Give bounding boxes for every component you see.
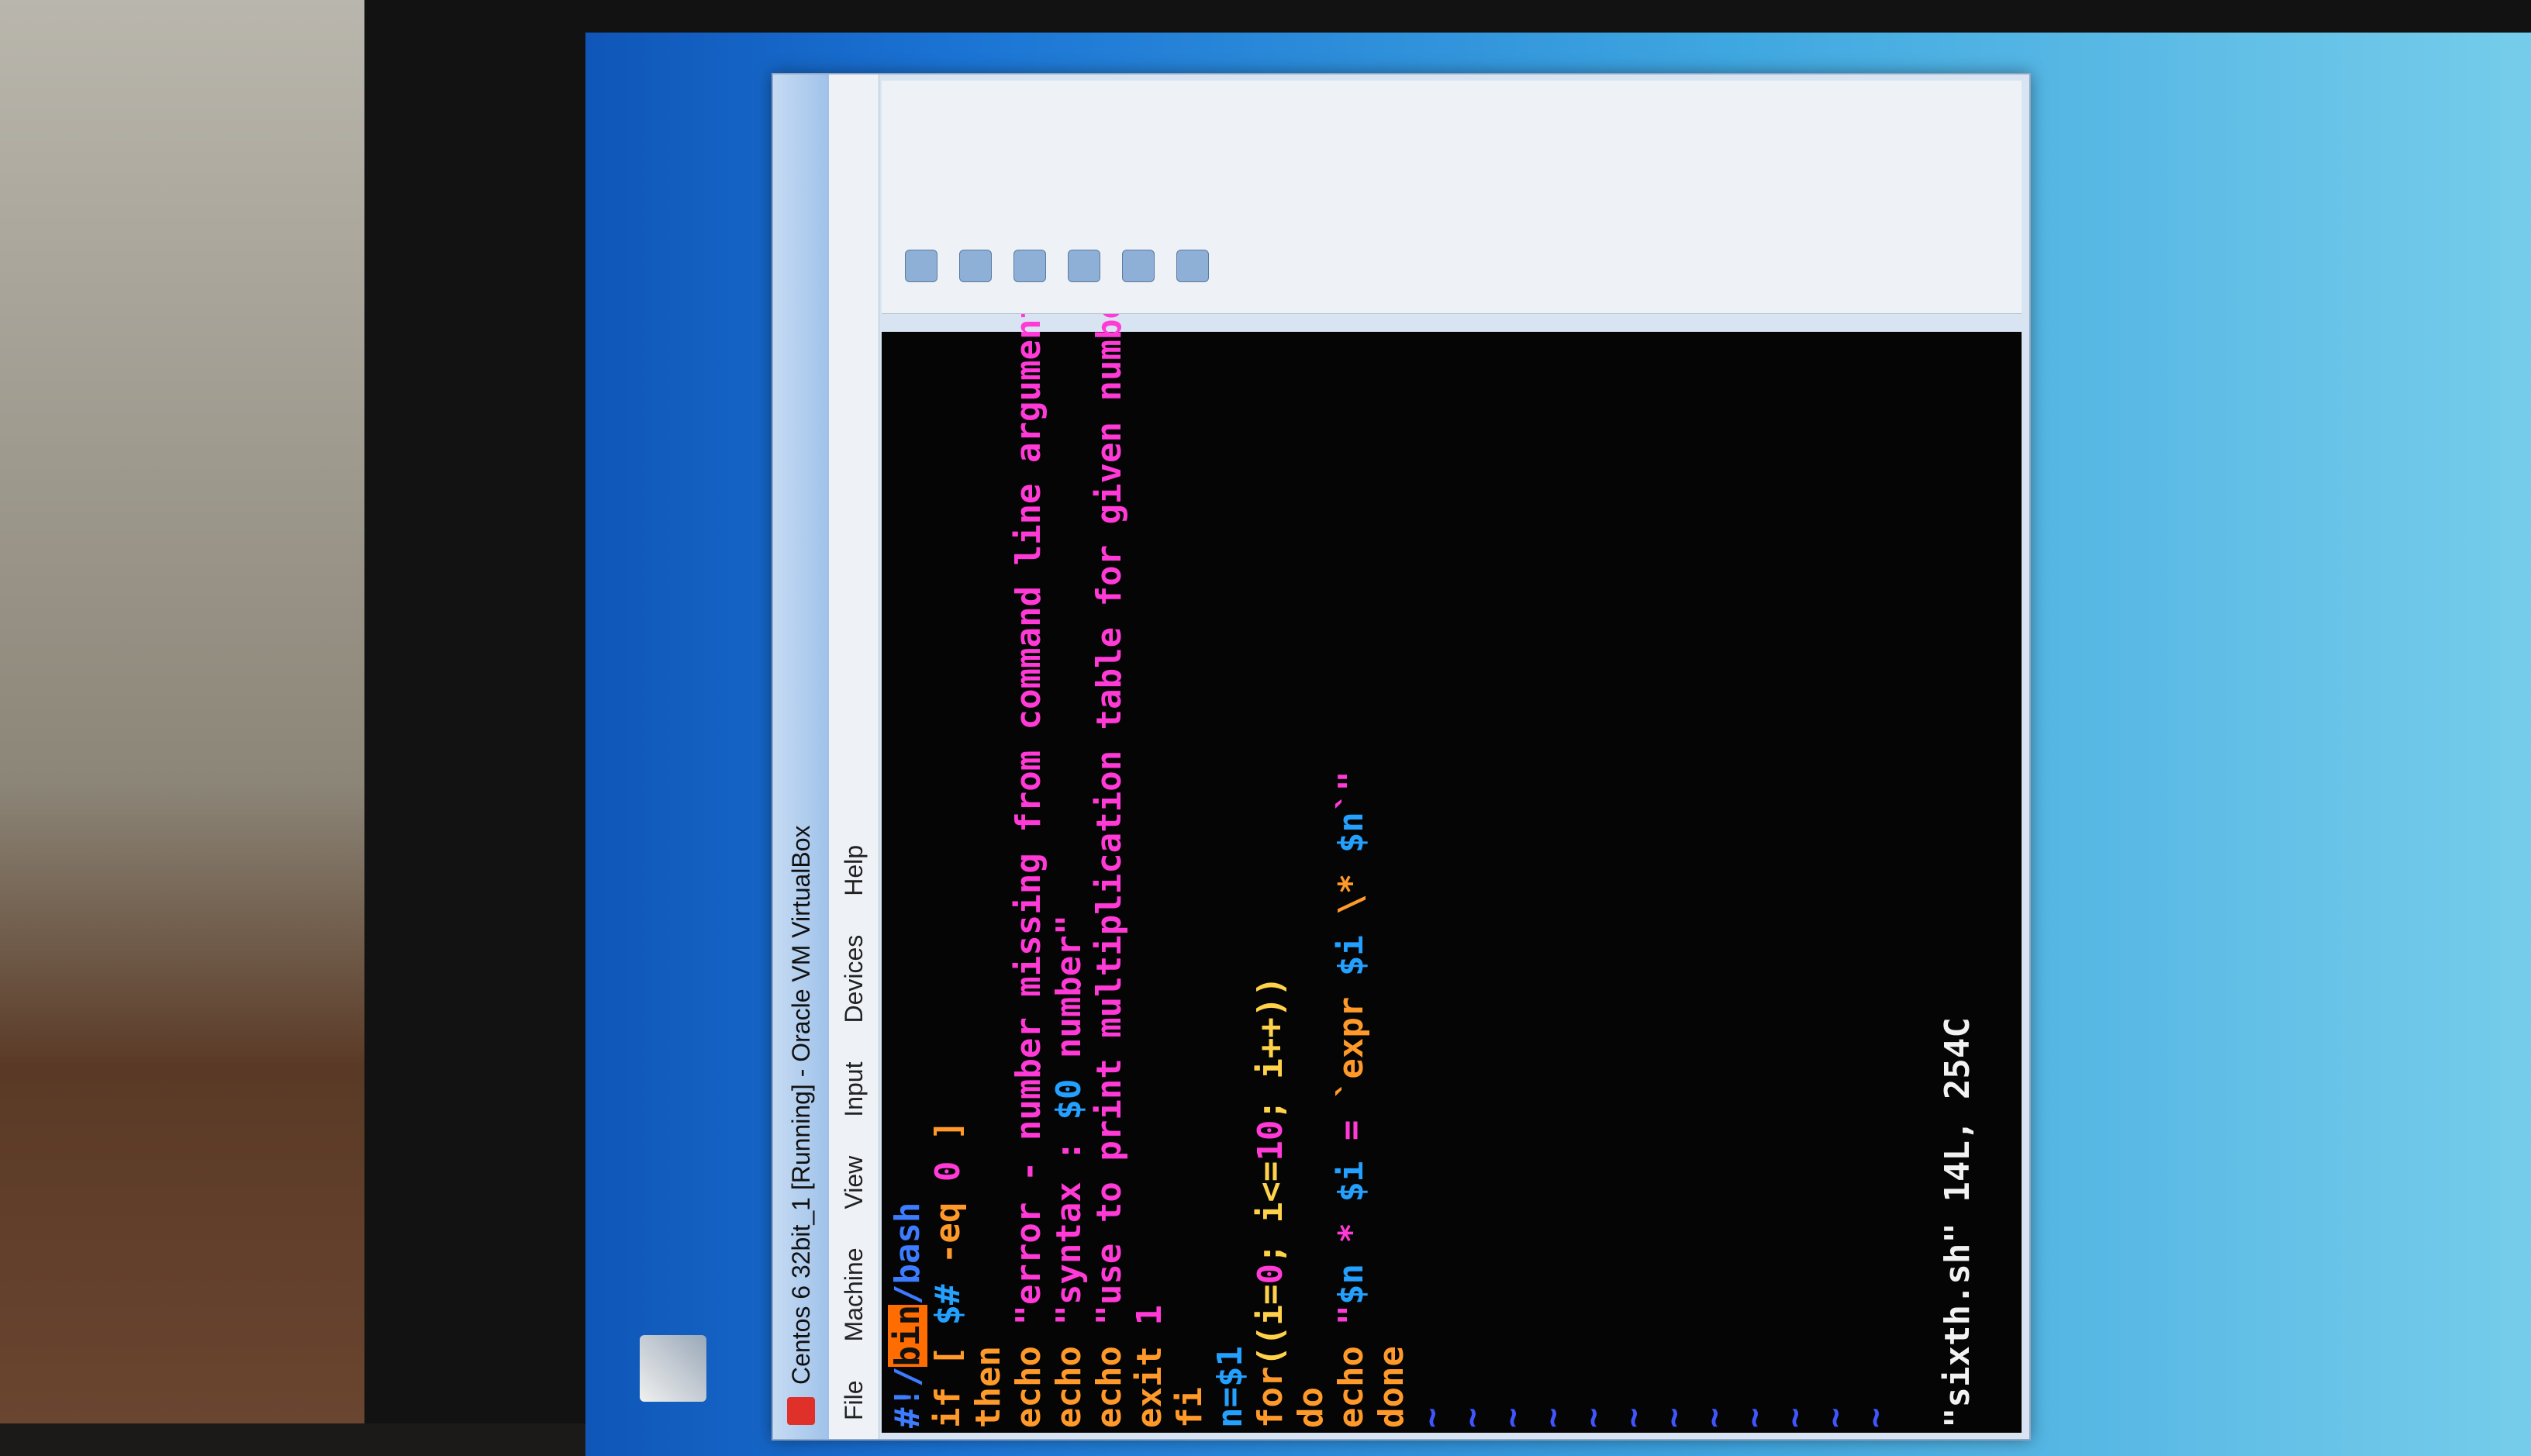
usage-string: "use to print multiplication table for g…	[1089, 257, 1129, 1326]
script-name-var: $0	[1049, 1078, 1089, 1120]
desktop-screen: Centos 6 32bit_1 [Running] - Oracle VM V…	[585, 33, 2531, 1456]
empty-line-tilde: ~	[1856, 1407, 1895, 1429]
for-part-b: ; i<=	[1251, 1161, 1290, 1265]
empty-line-tilde: ~	[1533, 1407, 1573, 1429]
for-part-a: ((i=	[1251, 1284, 1290, 1367]
echo-cmd: echo	[1049, 1325, 1089, 1428]
i-var: $i	[1331, 1161, 1371, 1202]
code-line-7: exit 1	[1130, 336, 1170, 1428]
empty-line-tilde: ~	[1654, 1407, 1694, 1429]
empty-line-tilde: ~	[1815, 1407, 1855, 1429]
menu-view[interactable]: View	[840, 1156, 868, 1209]
code-line-4: echo "error - number missing from comman…	[1009, 278, 1049, 1428]
code-line-13: done	[1372, 1346, 1411, 1428]
echo-cmd: echo	[1331, 1325, 1371, 1428]
argc-var: $#	[928, 1284, 968, 1326]
quote-close: `"	[1331, 771, 1371, 813]
empty-line-tilde: ~	[1573, 1407, 1613, 1429]
optical-drive-icon[interactable]	[959, 250, 992, 282]
for-keyword: for	[1251, 1366, 1290, 1428]
if-keyword: if [	[928, 1325, 968, 1428]
code-line-12: echo "$n * $i = `expr $i \* $n`"	[1331, 336, 1372, 1428]
menu-help[interactable]: Help	[840, 845, 868, 896]
empty-line-tilde: ~	[1694, 1407, 1734, 1429]
recycle-bin-icon[interactable]	[640, 1335, 706, 1402]
network-icon[interactable]	[1068, 250, 1100, 282]
n-var: $n	[1331, 1264, 1371, 1306]
empty-line-tilde: ~	[1735, 1407, 1774, 1429]
vim-terminal[interactable]: #!/bin/bash if [ $# -eq 0 ] then echo "e…	[882, 257, 2022, 1433]
window-titlebar[interactable]: Centos 6 32bit_1 [Running] - Oracle VM V…	[773, 74, 829, 1439]
empty-line-tilde: ~	[1614, 1407, 1653, 1429]
exit-code: 1	[1130, 1305, 1169, 1326]
code-line-6: echo "use to print multiplication table …	[1089, 257, 1130, 1428]
syntax-string-b: number"	[1049, 914, 1089, 1079]
syntax-string-a: "syntax :	[1049, 1120, 1089, 1326]
hard-disk-icon[interactable]	[905, 250, 937, 282]
usb-icon[interactable]	[1013, 250, 1046, 282]
shebang-rest: /bash	[888, 1202, 927, 1306]
cursor-highlight: bin	[888, 1305, 927, 1367]
display-icon[interactable]	[1176, 250, 1209, 282]
for-zero: 0	[1251, 1264, 1290, 1285]
virtualbox-window: Centos 6 32bit_1 [Running] - Oracle VM V…	[772, 73, 2031, 1440]
empty-line-tilde: ~	[1412, 1407, 1452, 1429]
menu-machine[interactable]: Machine	[840, 1247, 868, 1341]
code-line-5: echo "syntax : $0 number"	[1049, 336, 1089, 1428]
i-var-2: $i	[1331, 935, 1371, 977]
bracket-close: ]	[928, 1120, 968, 1161]
empty-line-tilde: ~	[1452, 1407, 1492, 1429]
exit-cmd: exit	[1130, 1325, 1169, 1428]
star-text: *	[1331, 1202, 1371, 1265]
menu-devices[interactable]: Devices	[840, 935, 868, 1023]
empty-line-tilde: ~	[1775, 1407, 1815, 1429]
code-line-3: then	[969, 1346, 1008, 1428]
code-line-10: for((i=0; i<=10; i++))	[1251, 336, 1291, 1428]
eq-operator: -eq	[928, 1182, 968, 1285]
equals-text: =	[1331, 1099, 1371, 1161]
menu-file[interactable]: File	[840, 1380, 868, 1420]
for-part-c: ; i++))	[1251, 976, 1290, 1120]
n-assign: n=	[1210, 1387, 1250, 1428]
zero-literal: 0	[928, 1161, 968, 1182]
shebang-prefix: #!/	[888, 1366, 927, 1428]
code-line-1: #!/bin/bash	[888, 336, 928, 1428]
code-line-11: do	[1291, 1387, 1331, 1428]
n-var-2: $n	[1331, 812, 1371, 854]
vim-status-line: "sixth.sh" 14L, 254C	[1938, 1017, 1977, 1428]
window-title: Centos 6 32bit_1 [Running] - Oracle VM V…	[786, 825, 815, 1385]
echo-cmd: echo	[1009, 1325, 1048, 1428]
code-line-2: if [ $# -eq 0 ]	[928, 336, 969, 1428]
expr-cmd: `expr	[1331, 976, 1371, 1100]
vm-status-bar	[882, 81, 2022, 314]
menu-input[interactable]: Input	[840, 1062, 868, 1117]
empty-line-tilde: ~	[1493, 1407, 1532, 1429]
virtualbox-icon	[787, 1397, 815, 1425]
quote-open: "	[1331, 1305, 1371, 1326]
error-string: "error - number missing from command lin…	[1009, 278, 1048, 1326]
shared-folder-icon[interactable]	[1122, 250, 1155, 282]
code-line-9: n=$1	[1210, 336, 1251, 1428]
mul-op: \*	[1331, 853, 1371, 936]
arg1-var: $1	[1210, 1346, 1250, 1388]
echo-cmd: echo	[1089, 1325, 1129, 1428]
code-line-8: fi	[1170, 1387, 1210, 1428]
for-ten: 10	[1251, 1120, 1290, 1161]
menu-bar: File Machine View Input Devices Help	[829, 74, 879, 1439]
